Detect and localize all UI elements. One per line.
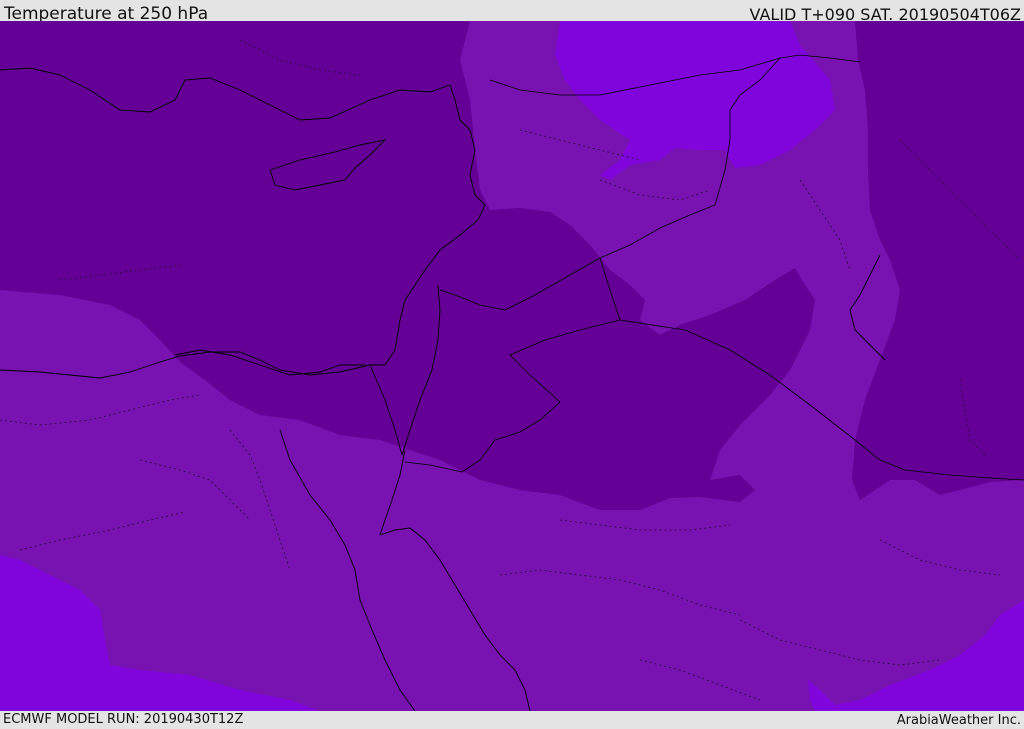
temperature-map [0,21,1024,711]
model-run: ECMWF MODEL RUN: 20190430T12Z [3,712,244,727]
brand-credit: ArabiaWeather Inc. [896,713,1021,728]
